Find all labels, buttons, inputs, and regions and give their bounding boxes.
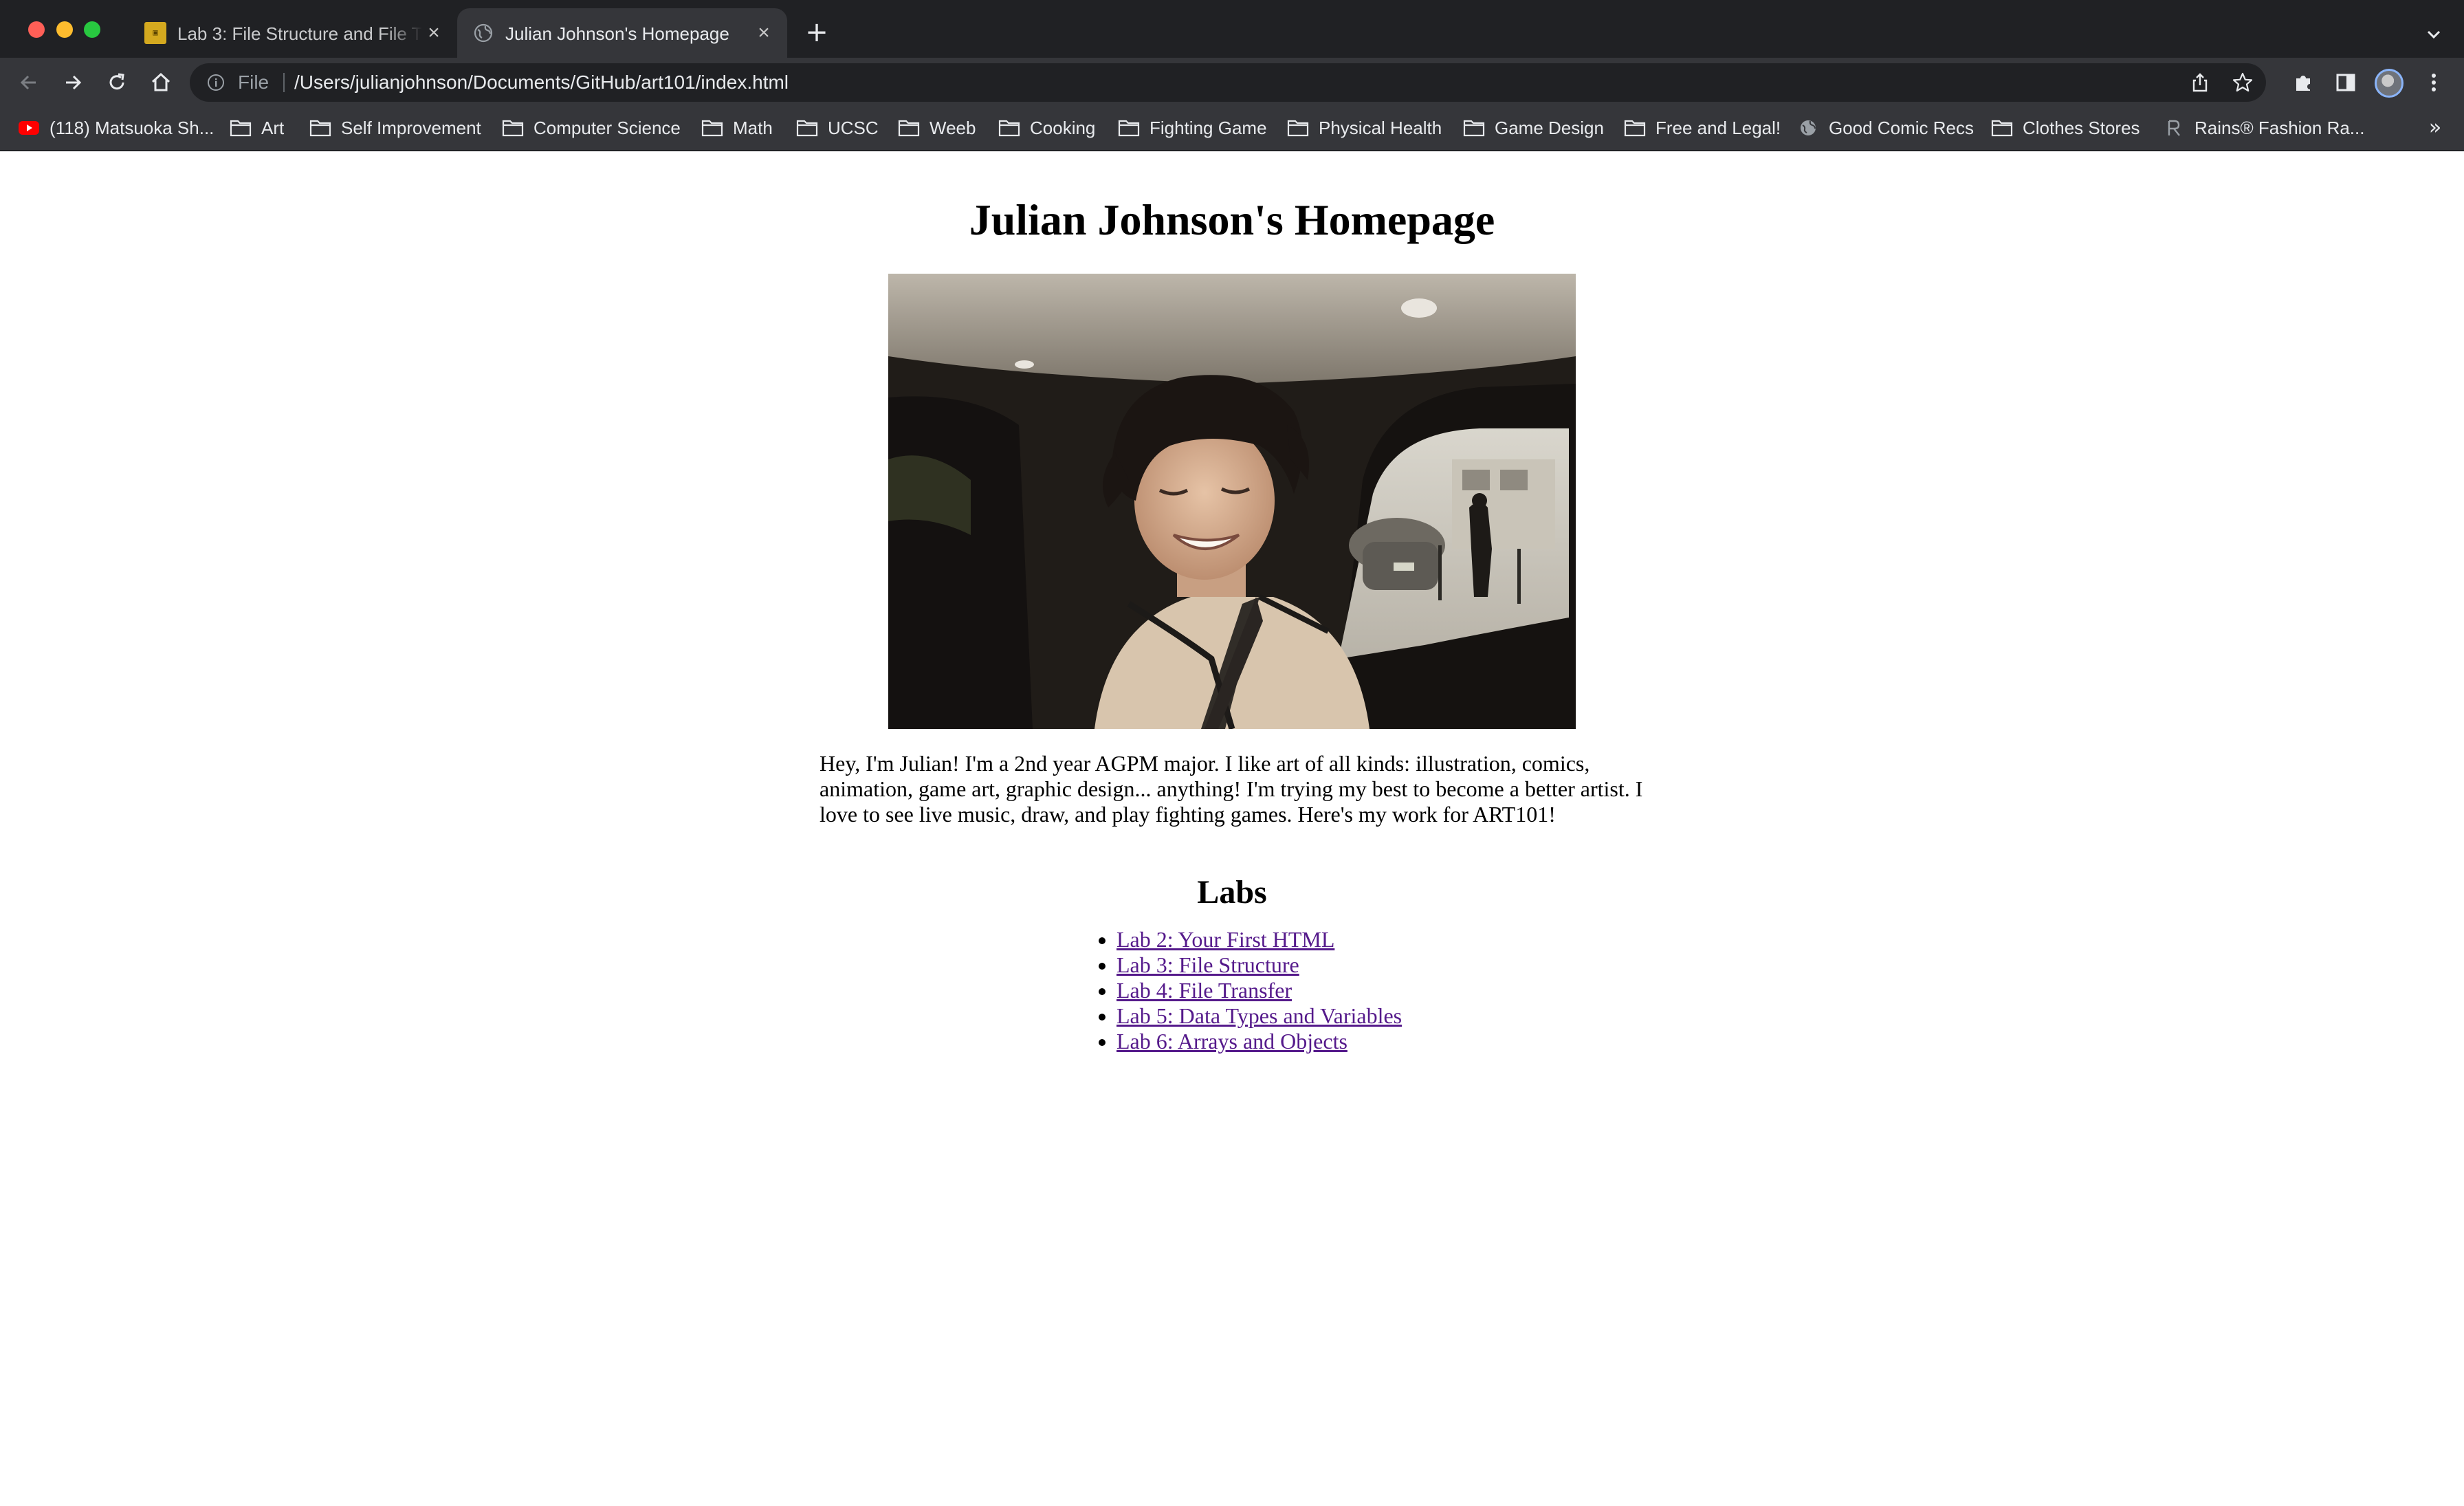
bookmark-label: Good Comic Recs	[1829, 117, 1974, 138]
info-icon[interactable]	[206, 73, 226, 92]
home-icon[interactable]	[147, 69, 175, 96]
list-item: Lab 3: File Structure	[1116, 952, 1402, 978]
fullscreen-window-button[interactable]	[84, 21, 100, 38]
list-item: Lab 2: Your First HTML	[1116, 927, 1402, 952]
bookmark-cooking[interactable]: Cooking	[998, 114, 1095, 142]
globe-icon	[474, 23, 493, 43]
page-title: Julian Johnson's Homepage	[969, 195, 1495, 244]
bookmark-label: (118) Matsuoka Sh...	[50, 117, 214, 138]
extensions-puzzle-icon[interactable]	[2289, 69, 2317, 96]
bookmark-label: Fighting Game	[1150, 117, 1267, 138]
bookmark-label: Rains® Fashion Ra...	[2194, 117, 2365, 138]
browser-window: ▣ Lab 3: File Structure and File Transfe…	[0, 0, 2464, 1506]
back-arrow-icon[interactable]	[15, 69, 43, 96]
rains-icon	[2168, 120, 2180, 136]
list-item: Lab 6: Arrays and Objects	[1116, 1029, 1402, 1054]
tab-search-chevron-icon[interactable]	[2420, 21, 2448, 48]
folder-icon	[1463, 120, 1485, 137]
bookmark-physical-health[interactable]: Physical Health	[1287, 114, 1442, 142]
bookmark-label: Self Improvement	[341, 117, 481, 138]
folder-icon	[1624, 120, 1646, 137]
bookmark-label: Weeb	[930, 117, 976, 138]
url-text[interactable]: /Users/julianjohnson/Documents/GitHub/ar…	[294, 72, 789, 94]
bookmark-label: Cooking	[1030, 117, 1096, 138]
bookmark-free-and-legal[interactable]: Free and Legal!	[1624, 114, 1781, 142]
close-window-button[interactable]	[28, 21, 45, 38]
bookmark-self-improvement[interactable]: Self Improvement	[309, 114, 481, 142]
bookmark-rains[interactable]: Rains® Fashion Ra...	[2163, 114, 2364, 142]
bookmarks-bar: (118) Matsuoka Sh... Art Self Improvemen…	[0, 107, 2464, 151]
youtube-icon	[19, 121, 39, 135]
bookmark-computer-science[interactable]: Computer Science	[502, 114, 681, 142]
bookmark-label: UCSC	[828, 117, 879, 138]
list-item: Lab 4: File Transfer	[1116, 978, 1402, 1003]
tab-strip: ▣ Lab 3: File Structure and File Transfe…	[0, 0, 2464, 58]
globe-icon	[1801, 120, 1816, 135]
bookmark-math[interactable]: Math	[701, 114, 773, 142]
reload-icon[interactable]	[103, 69, 131, 96]
url-scheme-label: File	[238, 72, 270, 93]
browser-toolbar: File /Users/julianjohnson/Documents/GitH…	[0, 58, 2464, 107]
minimize-window-button[interactable]	[56, 21, 73, 38]
tab-homepage[interactable]: Julian Johnson's Homepage ×	[457, 8, 787, 58]
bookmark-game-design[interactable]: Game Design	[1463, 114, 1604, 142]
course-site-favicon-icon: ▣	[144, 22, 166, 44]
new-tab-button[interactable]: +	[803, 19, 830, 47]
list-item: Lab 5: Data Types and Variables	[1116, 1003, 1402, 1029]
close-tab-icon[interactable]: ×	[751, 21, 776, 45]
close-tab-icon[interactable]: ×	[421, 21, 446, 45]
bookmark-label: Clothes Stores	[2023, 117, 2140, 138]
folder-icon	[898, 120, 920, 137]
bookmark-weeb[interactable]: Weeb	[898, 114, 976, 142]
tab-title: Julian Johnson's Homepage	[505, 23, 729, 44]
forward-arrow-icon[interactable]	[59, 69, 87, 96]
profile-photo	[888, 274, 1576, 729]
bookmark-good-comic-recs[interactable]: Good Comic Recs	[1797, 114, 1974, 142]
bookmark-label: Physical Health	[1319, 117, 1442, 138]
side-panel-icon[interactable]	[2332, 69, 2360, 96]
bookmark-label: Art	[261, 117, 285, 138]
folder-icon	[1118, 120, 1140, 137]
folder-icon	[1287, 120, 1309, 137]
folder-icon	[998, 120, 1020, 137]
folder-icon	[502, 120, 524, 137]
bookmark-label: Game Design	[1495, 117, 1604, 138]
tab-lab3[interactable]: ▣ Lab 3: File Structure and File Transfe…	[131, 8, 454, 58]
labs-list: Lab 2: Your First HTML Lab 3: File Struc…	[1116, 927, 1402, 1054]
bookmarks-overflow-chevron-icon[interactable]: »	[2423, 114, 2448, 142]
bookmark-clothes-stores[interactable]: Clothes Stores	[1991, 114, 2140, 142]
bookmark-label: Computer Science	[534, 117, 681, 138]
profile-photo-illustration	[888, 274, 1576, 729]
bookmark-label: Math	[733, 117, 773, 138]
kebab-menu-icon[interactable]	[2420, 69, 2448, 96]
bookmark-art[interactable]: Art	[230, 114, 284, 142]
bookmark-youtube[interactable]: (118) Matsuoka Sh...	[18, 114, 214, 142]
profile-avatar[interactable]	[2375, 69, 2404, 98]
bookmark-label: Free and Legal!	[1656, 117, 1781, 138]
labs-heading: Labs	[1197, 874, 1267, 910]
share-icon[interactable]	[2189, 72, 2211, 94]
lab-5-link[interactable]: Lab 5: Data Types and Variables	[1116, 1003, 1402, 1028]
tab-title: Lab 3: File Structure and File Transfer	[177, 23, 422, 44]
folder-icon	[1991, 120, 2013, 137]
page-content: Julian Johnson's Homepage Hey, I'm Julia…	[0, 151, 2464, 1506]
lab-6-link[interactable]: Lab 6: Arrays and Objects	[1116, 1029, 1348, 1054]
folder-icon	[701, 120, 723, 137]
bookmark-ucsc[interactable]: UCSC	[796, 114, 879, 142]
folder-icon	[230, 120, 252, 137]
lab-3-link[interactable]: Lab 3: File Structure	[1116, 952, 1299, 977]
lab-4-link[interactable]: Lab 4: File Transfer	[1116, 978, 1292, 1003]
lab-2-link[interactable]: Lab 2: Your First HTML	[1116, 927, 1334, 952]
folder-icon	[796, 120, 818, 137]
scheme-divider	[283, 73, 285, 92]
bookmark-fighting-game[interactable]: Fighting Game	[1118, 114, 1267, 142]
bio-paragraph: Hey, I'm Julian! I'm a 2nd year AGPM maj…	[820, 751, 1643, 827]
address-bar[interactable]: File /Users/julianjohnson/Documents/GitH…	[190, 63, 2266, 102]
bookmark-star-icon[interactable]	[2232, 72, 2254, 94]
folder-icon	[309, 120, 331, 137]
